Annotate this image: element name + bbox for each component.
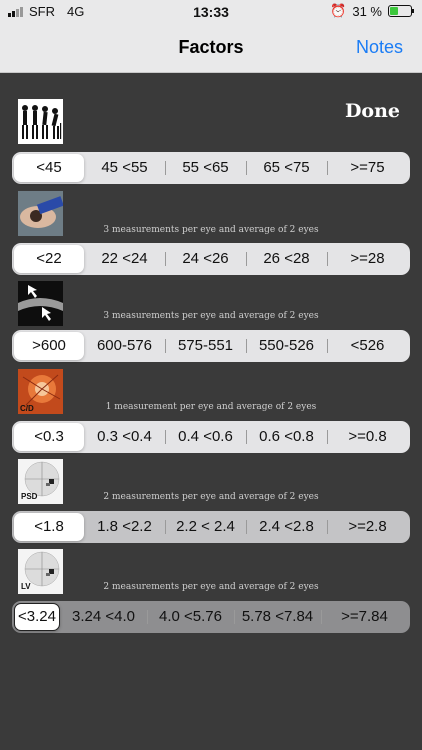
segment-option[interactable]: >=0.8: [327, 423, 408, 451]
optic-disc-caption: 1 measurement per eye and average of 2 e…: [105, 402, 317, 412]
status-bar: SFR 4G 13:33 ⏰ 31 %: [0, 0, 422, 24]
battery-percent: 31 %: [352, 3, 382, 19]
cornea-caption: 3 measurements per eye and average of 2 …: [103, 311, 319, 321]
segment-option[interactable]: 600-576: [84, 332, 165, 360]
segment-option[interactable]: 55 <65: [165, 154, 246, 182]
segment-option[interactable]: 0.4 <0.6: [165, 423, 246, 451]
segment-option[interactable]: >600: [14, 332, 84, 360]
notes-button[interactable]: Notes: [356, 37, 403, 58]
pressure-selector: <22 22 <24 24 <26 26 <28 >=28: [12, 243, 410, 275]
segment-option[interactable]: 2.2 < 2.4: [165, 513, 246, 541]
lv-caption: 2 measurements per eye and average of 2 …: [103, 582, 319, 592]
segment-option[interactable]: >=7.84: [321, 603, 408, 631]
battery-icon: [388, 5, 414, 17]
segment-option[interactable]: 2.4 <2.8: [246, 513, 327, 541]
status-right: ⏰ 31 %: [330, 3, 414, 19]
segment-option[interactable]: 65 <75: [246, 154, 327, 182]
segment-option[interactable]: 4.0 <5.76: [147, 603, 234, 631]
segment-option[interactable]: 5.78 <7.84: [234, 603, 321, 631]
alarm-icon: ⏰: [330, 3, 347, 18]
segment-option[interactable]: <3.24: [14, 603, 60, 631]
segment-option[interactable]: 575-551: [165, 332, 246, 360]
segment-option[interactable]: 22 <24: [84, 245, 165, 273]
cd-ratio-selector: <0.3 0.3 <0.4 0.4 <0.6 0.6 <0.8 >=0.8: [12, 421, 410, 453]
tonometry-caption: 3 measurements per eye and average of 2 …: [103, 225, 319, 235]
segment-option[interactable]: 0.3 <0.4: [84, 423, 165, 451]
segment-option[interactable]: <45: [14, 154, 84, 182]
segment-option[interactable]: >=75: [327, 154, 408, 182]
age-selector: <45 45 <55 55 <65 65 <75 >=75: [12, 152, 410, 184]
segment-option[interactable]: <526: [327, 332, 408, 360]
segment-option[interactable]: 0.6 <0.8: [246, 423, 327, 451]
segment-option[interactable]: 26 <28: [246, 245, 327, 273]
psd-caption: 2 measurements per eye and average of 2 …: [103, 492, 319, 502]
segment-option[interactable]: 24 <26: [165, 245, 246, 273]
nav-bar: Factors Notes: [0, 24, 422, 73]
segment-option[interactable]: 45 <55: [84, 154, 165, 182]
segment-option[interactable]: 550-526: [246, 332, 327, 360]
cornea-selector: >600 600-576 575-551 550-526 <526: [12, 330, 410, 362]
segment-option[interactable]: <1.8: [14, 513, 84, 541]
psd-selector: <1.8 1.8 <2.2 2.2 < 2.4 2.4 <2.8 >=2.8: [12, 511, 410, 543]
lv-selector: <3.24 3.24 <4.0 4.0 <5.76 5.78 <7.84 >=7.84: [12, 601, 410, 633]
segment-option[interactable]: 1.8 <2.2: [84, 513, 165, 541]
segment-option[interactable]: <0.3: [14, 423, 84, 451]
done-button[interactable]: Done: [345, 100, 400, 122]
segment-option[interactable]: >=28: [327, 245, 408, 273]
segment-option[interactable]: >=2.8: [327, 513, 408, 541]
segment-option[interactable]: <22: [14, 245, 84, 273]
segment-option[interactable]: 3.24 <4.0: [60, 603, 147, 631]
aging-people-icon: [18, 99, 63, 144]
